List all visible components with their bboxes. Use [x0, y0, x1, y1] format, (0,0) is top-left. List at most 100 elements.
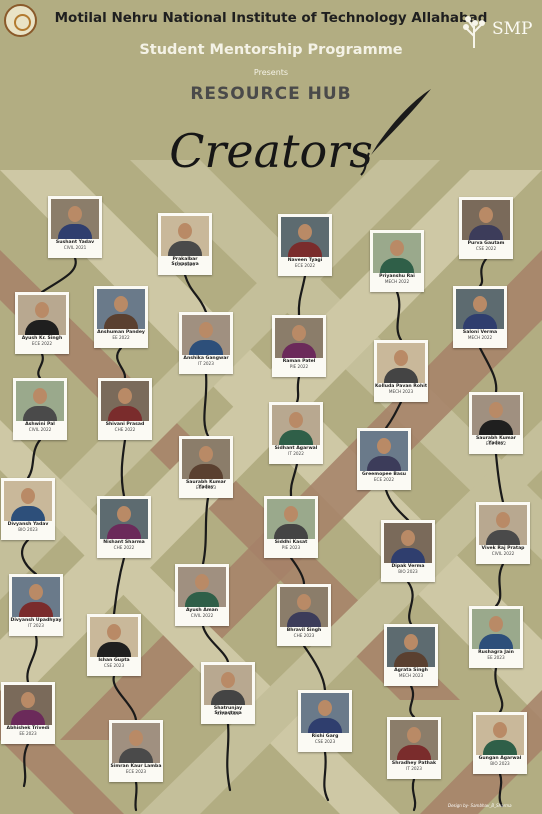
creator-photo [281, 217, 329, 257]
avatar [489, 616, 503, 632]
creator-card: Shradhey Pathak IT 2023 [387, 717, 441, 779]
smp-logo-text: SMP [492, 19, 533, 39]
avatar [496, 512, 510, 528]
creator-branch-year: EE 2023 [487, 655, 505, 660]
avatar-body [380, 258, 414, 273]
avatar-body [97, 642, 131, 657]
creator-card: Sidhant Agarwal IT 2022 [269, 402, 323, 464]
design-credit: Design by- Sambhav_B_Sharma [448, 803, 512, 808]
avatar-body [463, 314, 497, 329]
creator-card: Saloni Verma MECH 2022 [453, 286, 507, 348]
avatar [377, 438, 391, 454]
creator-photo [272, 405, 320, 445]
creator-card: Purva Gautam CSE 2022 [459, 197, 513, 259]
avatar [129, 730, 143, 746]
creator-photo [12, 577, 60, 617]
avatar-body [107, 524, 141, 539]
creator-photo [479, 505, 527, 545]
avatar [107, 624, 121, 640]
creator-photo [377, 343, 425, 383]
creator-photo [280, 587, 328, 627]
creator-branch-year: MECH 2022 [467, 335, 493, 340]
creator-photo [301, 693, 349, 733]
creator-branch-year: MECH 2022 [384, 279, 410, 284]
avatar-body [394, 652, 428, 667]
avatar-body [104, 314, 138, 329]
creator-photo [90, 617, 138, 657]
avatar-body [308, 718, 342, 733]
creator-card: Saurabh Kumar Yadav ECE 2023 [179, 436, 233, 498]
avatar [178, 223, 192, 239]
creator-card: Anshuman Pandey EE 2022 [94, 286, 148, 348]
avatar [68, 206, 82, 222]
avatar [297, 594, 311, 610]
avatar [284, 506, 298, 522]
avatar-body [397, 745, 431, 760]
creator-branch-year: CIVIL 2022 [190, 613, 214, 618]
avatar-body [279, 430, 313, 445]
creator-branch-year: PIE 2022 [289, 364, 309, 369]
avatar [394, 350, 408, 366]
creator-photo [384, 523, 432, 563]
avatar [292, 325, 306, 341]
avatar-body [367, 456, 401, 471]
creator-branch-year: BIO 2023 [398, 569, 418, 574]
creator-card: Gungan Agarwal BIO 2023 [473, 712, 527, 774]
quill-icon [360, 89, 431, 176]
creator-branch-year: CSE 2023 [314, 739, 336, 744]
creator-card: Rishi Garg CSE 2023 [298, 690, 352, 752]
creator-branch-year: CHE 2022 [113, 545, 135, 550]
creator-card: Saurabh Kumar Yadav ECE 2022 [469, 392, 523, 454]
creator-branch-year: CIVIL 2022 [28, 427, 52, 432]
creator-card: Ayush Kr. Singh ECE 2022 [15, 292, 69, 354]
creator-card: Anshika Gangwar IT 2023 [179, 312, 233, 374]
creator-photo [456, 289, 504, 329]
avatar-body [189, 464, 223, 479]
avatar [199, 322, 213, 338]
creator-card: Prakalbar Srivastava ECE 2020 [158, 213, 212, 275]
avatar-body [11, 710, 45, 725]
creator-card: Greemopee Basu ECE 2022 [357, 428, 411, 490]
creator-photo [472, 395, 520, 435]
avatar [221, 672, 235, 688]
avatar [298, 224, 312, 240]
creator-card: Bhravil Singh CHE 2023 [277, 584, 331, 646]
creator-branch-year: PIE 2023 [281, 545, 301, 550]
creator-photo [360, 431, 408, 471]
creator-branch-year: CIVIL 2022 [491, 551, 515, 556]
creator-branch-year: IT 2023 [198, 361, 214, 366]
creator-branch-year: ECE 2023 [195, 485, 217, 490]
avatar [199, 446, 213, 462]
avatar [117, 506, 131, 522]
avatar [35, 302, 49, 318]
avatar-body [391, 548, 425, 563]
creator-photo [101, 381, 149, 421]
presents-label: Presents [253, 68, 289, 77]
creator-photo [51, 199, 99, 239]
avatar [493, 722, 507, 738]
resource-hub-title: RESOURCE HUB [190, 84, 352, 104]
avatar-body [479, 634, 513, 649]
creator-photo [390, 720, 438, 760]
avatar-body [25, 320, 59, 335]
creator-photo [4, 685, 52, 725]
creator-card: Priyanshu Rai MECH 2022 [370, 230, 424, 292]
avatar-body [119, 748, 153, 763]
creator-card: Divyansh Upadhyay IT 2023 [9, 574, 63, 636]
avatar [33, 388, 47, 404]
avatar-body [384, 368, 418, 383]
avatar-body [58, 224, 92, 239]
creator-branch-year: IT 2023 [28, 623, 44, 628]
creator-photo [472, 609, 520, 649]
creator-card: Sushant Yadav CIVIL 2021 [48, 196, 102, 258]
creator-photo [476, 715, 524, 755]
creator-photo [275, 318, 323, 358]
creator-card: Rushagra Jain EE 2023 [469, 606, 523, 668]
creator-photo [112, 723, 160, 763]
avatar [21, 488, 35, 504]
avatar-body [108, 406, 142, 421]
creator-card: Siddhi Kasat PIE 2023 [264, 496, 318, 558]
creator-photo [387, 627, 435, 667]
creator-photo [16, 381, 64, 421]
creator-card: Ayush Aman CIVIL 2022 [175, 564, 229, 626]
